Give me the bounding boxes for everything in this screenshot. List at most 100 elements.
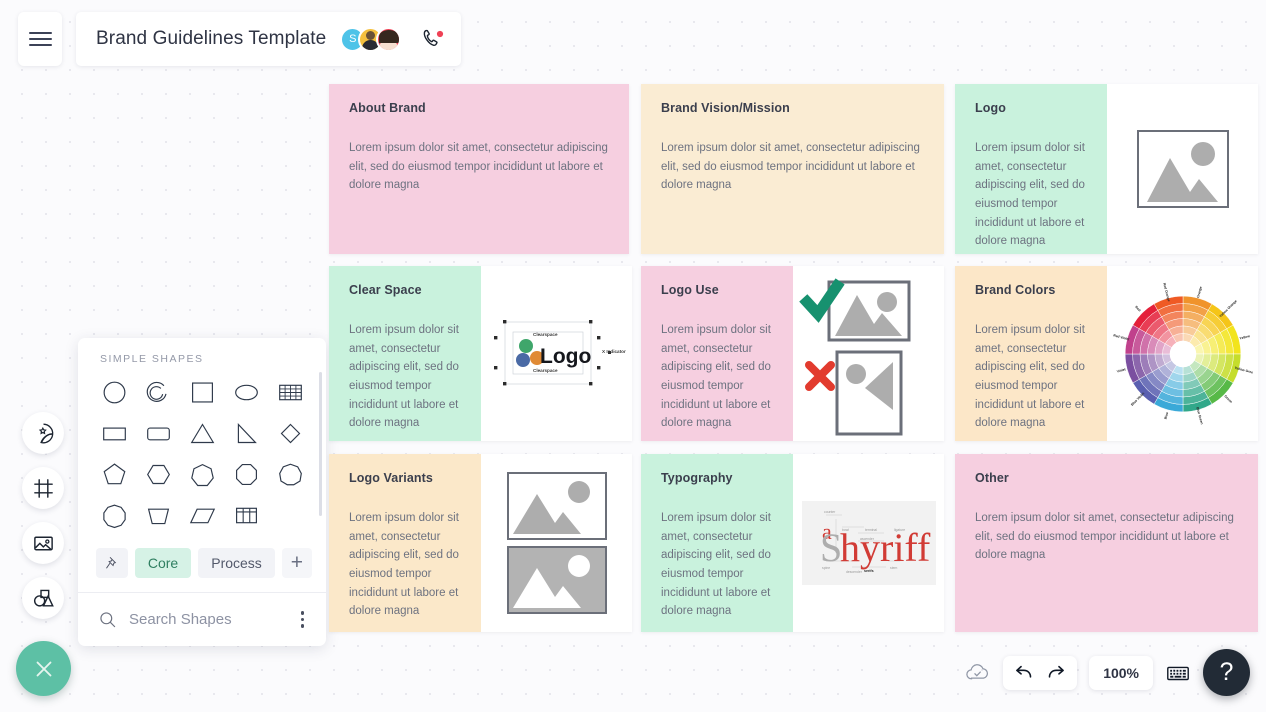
card-brand-colors[interactable]: Brand Colors Lorem ipsum dolor sit amet,… <box>955 266 1258 441</box>
undo-icon[interactable] <box>1013 662 1034 683</box>
svg-text:serifs: serifs <box>864 569 874 573</box>
svg-text:Clearspace: Clearspace <box>533 368 558 373</box>
typography-anatomy-diagram: a S hyriff counter bowl terminal ligatur… <box>801 501 936 585</box>
card-clear-space[interactable]: Clear Space Lorem ipsum dolor sit amet, … <box>329 266 632 441</box>
shapes-tool[interactable] <box>22 577 64 619</box>
frame-tool[interactable] <box>22 467 64 509</box>
shapes-section-label: SIMPLE SHAPES <box>100 353 204 365</box>
image-tool[interactable] <box>22 522 64 564</box>
card-brand-vision-mission[interactable]: Brand Vision/Mission Lorem ipsum dolor s… <box>641 84 944 254</box>
svg-text:Blue: Blue <box>1163 411 1169 419</box>
svg-text:descender: descender <box>846 570 863 574</box>
shape-library-tabs: Core Process + <box>78 541 326 592</box>
shape-nonagon[interactable] <box>268 455 312 494</box>
image-icon <box>33 536 53 550</box>
svg-text:Yellow: Yellow <box>1239 333 1251 340</box>
shape-diamond[interactable] <box>268 414 312 453</box>
hamburger-menu-button[interactable] <box>18 12 62 66</box>
card-body: Lorem ipsum dolor sit amet, consectetur … <box>661 512 771 618</box>
svg-text:Blue Green: Blue Green <box>1195 406 1204 424</box>
shapes-icon <box>33 589 54 607</box>
shape-parallelogram[interactable] <box>180 496 224 535</box>
kebab-menu-icon[interactable] <box>297 607 309 632</box>
undo-redo-group <box>1003 655 1078 690</box>
svg-text:Logo: Logo <box>540 345 591 368</box>
card-body: Lorem ipsum dolor sit amet, consectetur … <box>349 142 608 192</box>
shape-table-grid[interactable] <box>224 496 268 535</box>
shape-octagon[interactable] <box>224 455 268 494</box>
shape-heptagon[interactable] <box>180 455 224 494</box>
avatar-initial: S <box>349 33 357 45</box>
shape-rounded-rectangle[interactable] <box>136 414 180 453</box>
logo-use-check-cross <box>798 277 910 435</box>
help-button[interactable]: ? <box>1203 649 1250 696</box>
svg-text:stem: stem <box>890 566 898 570</box>
collaborator-avatars: S <box>340 26 402 52</box>
card-body: Lorem ipsum dolor sit amet, consectetur … <box>349 324 459 430</box>
close-tools-button[interactable] <box>16 641 71 696</box>
shape-arc-partial[interactable] <box>136 373 180 412</box>
shape-table-lines[interactable] <box>268 373 312 412</box>
color-wheel-icon: OrangeYellow OrangeYellowYellow GreenGre… <box>1113 282 1253 424</box>
card-typography[interactable]: Typography Lorem ipsum dolor sit amet, c… <box>641 454 944 632</box>
svg-text:ligature: ligature <box>894 528 905 532</box>
shape-rectangle-small[interactable] <box>92 414 136 453</box>
frame-icon <box>33 478 53 498</box>
page-title[interactable]: Brand Guidelines Template <box>96 28 326 50</box>
svg-text:Red Orange: Red Orange <box>1162 282 1171 302</box>
phone-call-icon[interactable] <box>421 27 445 51</box>
close-x-icon <box>36 661 51 676</box>
image-placeholder-inverted-icon <box>506 546 607 614</box>
svg-text:Red: Red <box>1134 305 1141 312</box>
svg-text:spine: spine <box>822 566 830 570</box>
card-other[interactable]: Other Lorem ipsum dolor sit amet, consec… <box>955 454 1258 632</box>
shape-right-triangle[interactable] <box>224 414 268 453</box>
card-visual-color-wheel: Orange Yellow Orange Yellow Yellow Green Gre… <box>1107 266 1258 441</box>
add-library-tab[interactable]: + <box>281 548 312 578</box>
clearspace-diagram: Logo Clearspace Clearspace X Indicator <box>493 320 626 386</box>
hamburger-menu-icon <box>28 27 52 50</box>
card-logo-use[interactable]: Logo Use Lorem ipsum dolor sit amet, con… <box>641 266 944 441</box>
shape-decagon[interactable] <box>92 496 136 535</box>
card-body: Lorem ipsum dolor sit amet, consectetur … <box>975 324 1085 430</box>
avatar[interactable] <box>376 26 402 52</box>
shapes-panel: SIMPLE SHAPES Core Process + Search Shap… <box>78 338 326 646</box>
sticker-shapes-tool[interactable] <box>22 412 64 454</box>
pin-tab[interactable] <box>96 548 128 578</box>
shape-square[interactable] <box>180 373 224 412</box>
card-logo[interactable]: Logo Lorem ipsum dolor sit amet, consect… <box>955 84 1258 254</box>
core-tab[interactable]: Core <box>134 548 192 578</box>
zoom-level[interactable]: 100% <box>1089 655 1153 690</box>
card-title: Other <box>975 471 1009 485</box>
search-shapes-row[interactable]: Search Shapes <box>78 592 326 646</box>
card-body: Lorem ipsum dolor sit amet, consectetur … <box>349 512 459 618</box>
card-title: Logo Use <box>661 283 719 297</box>
shape-hexagon[interactable] <box>136 455 180 494</box>
shape-ellipse[interactable] <box>224 373 268 412</box>
shape-pentagon[interactable] <box>92 455 136 494</box>
shape-trapezoid[interactable] <box>136 496 180 535</box>
svg-text:Green: Green <box>1223 394 1233 404</box>
cloud-saved-icon[interactable] <box>964 659 991 686</box>
redo-icon[interactable] <box>1046 662 1067 683</box>
card-visual-logo-variants <box>481 454 632 632</box>
keyboard-icon[interactable] <box>1165 660 1191 686</box>
card-body: Lorem ipsum dolor sit amet, consectetur … <box>975 512 1234 562</box>
left-tool-rail <box>22 412 64 619</box>
svg-text:X Indicator: X Indicator <box>602 349 626 354</box>
card-title: Logo <box>975 101 1006 115</box>
document-title-card: Brand Guidelines Template S <box>76 12 462 66</box>
card-visual-clearspace-diagram: Logo Clearspace Clearspace X Indicator <box>481 266 632 441</box>
shape-circle[interactable] <box>92 373 136 412</box>
process-tab[interactable]: Process <box>198 548 275 578</box>
shape-triangle[interactable] <box>180 414 224 453</box>
image-placeholder-icon <box>1136 130 1229 208</box>
search-input[interactable]: Search Shapes <box>129 611 285 628</box>
card-about-brand[interactable]: About Brand Lorem ipsum dolor sit amet, … <box>329 84 629 254</box>
shapes-panel-scrollbar[interactable] <box>319 372 322 516</box>
card-logo-variants[interactable]: Logo Variants Lorem ipsum dolor sit amet… <box>329 454 632 632</box>
card-visual-image-placeholder <box>1107 84 1258 254</box>
svg-text:Violet: Violet <box>1116 367 1127 373</box>
pin-icon <box>106 557 117 569</box>
svg-text:counter: counter <box>824 510 836 514</box>
